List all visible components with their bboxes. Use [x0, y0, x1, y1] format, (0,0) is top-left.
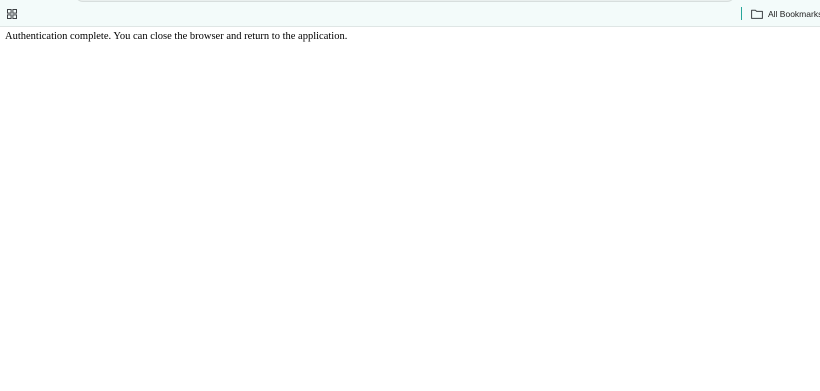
folder-icon	[751, 9, 763, 19]
bookmarks-separator	[741, 7, 742, 20]
apps-grid-icon	[7, 9, 17, 19]
bookmarks-bar: All Bookmarks	[0, 0, 820, 27]
all-bookmarks-label: All Bookmarks	[768, 8, 820, 19]
address-bar-edge[interactable]	[75, 0, 735, 2]
all-bookmarks-button[interactable]: All Bookmarks	[748, 4, 820, 23]
authentication-message: Authentication complete. You can close t…	[5, 31, 348, 42]
apps-button[interactable]	[3, 5, 21, 23]
